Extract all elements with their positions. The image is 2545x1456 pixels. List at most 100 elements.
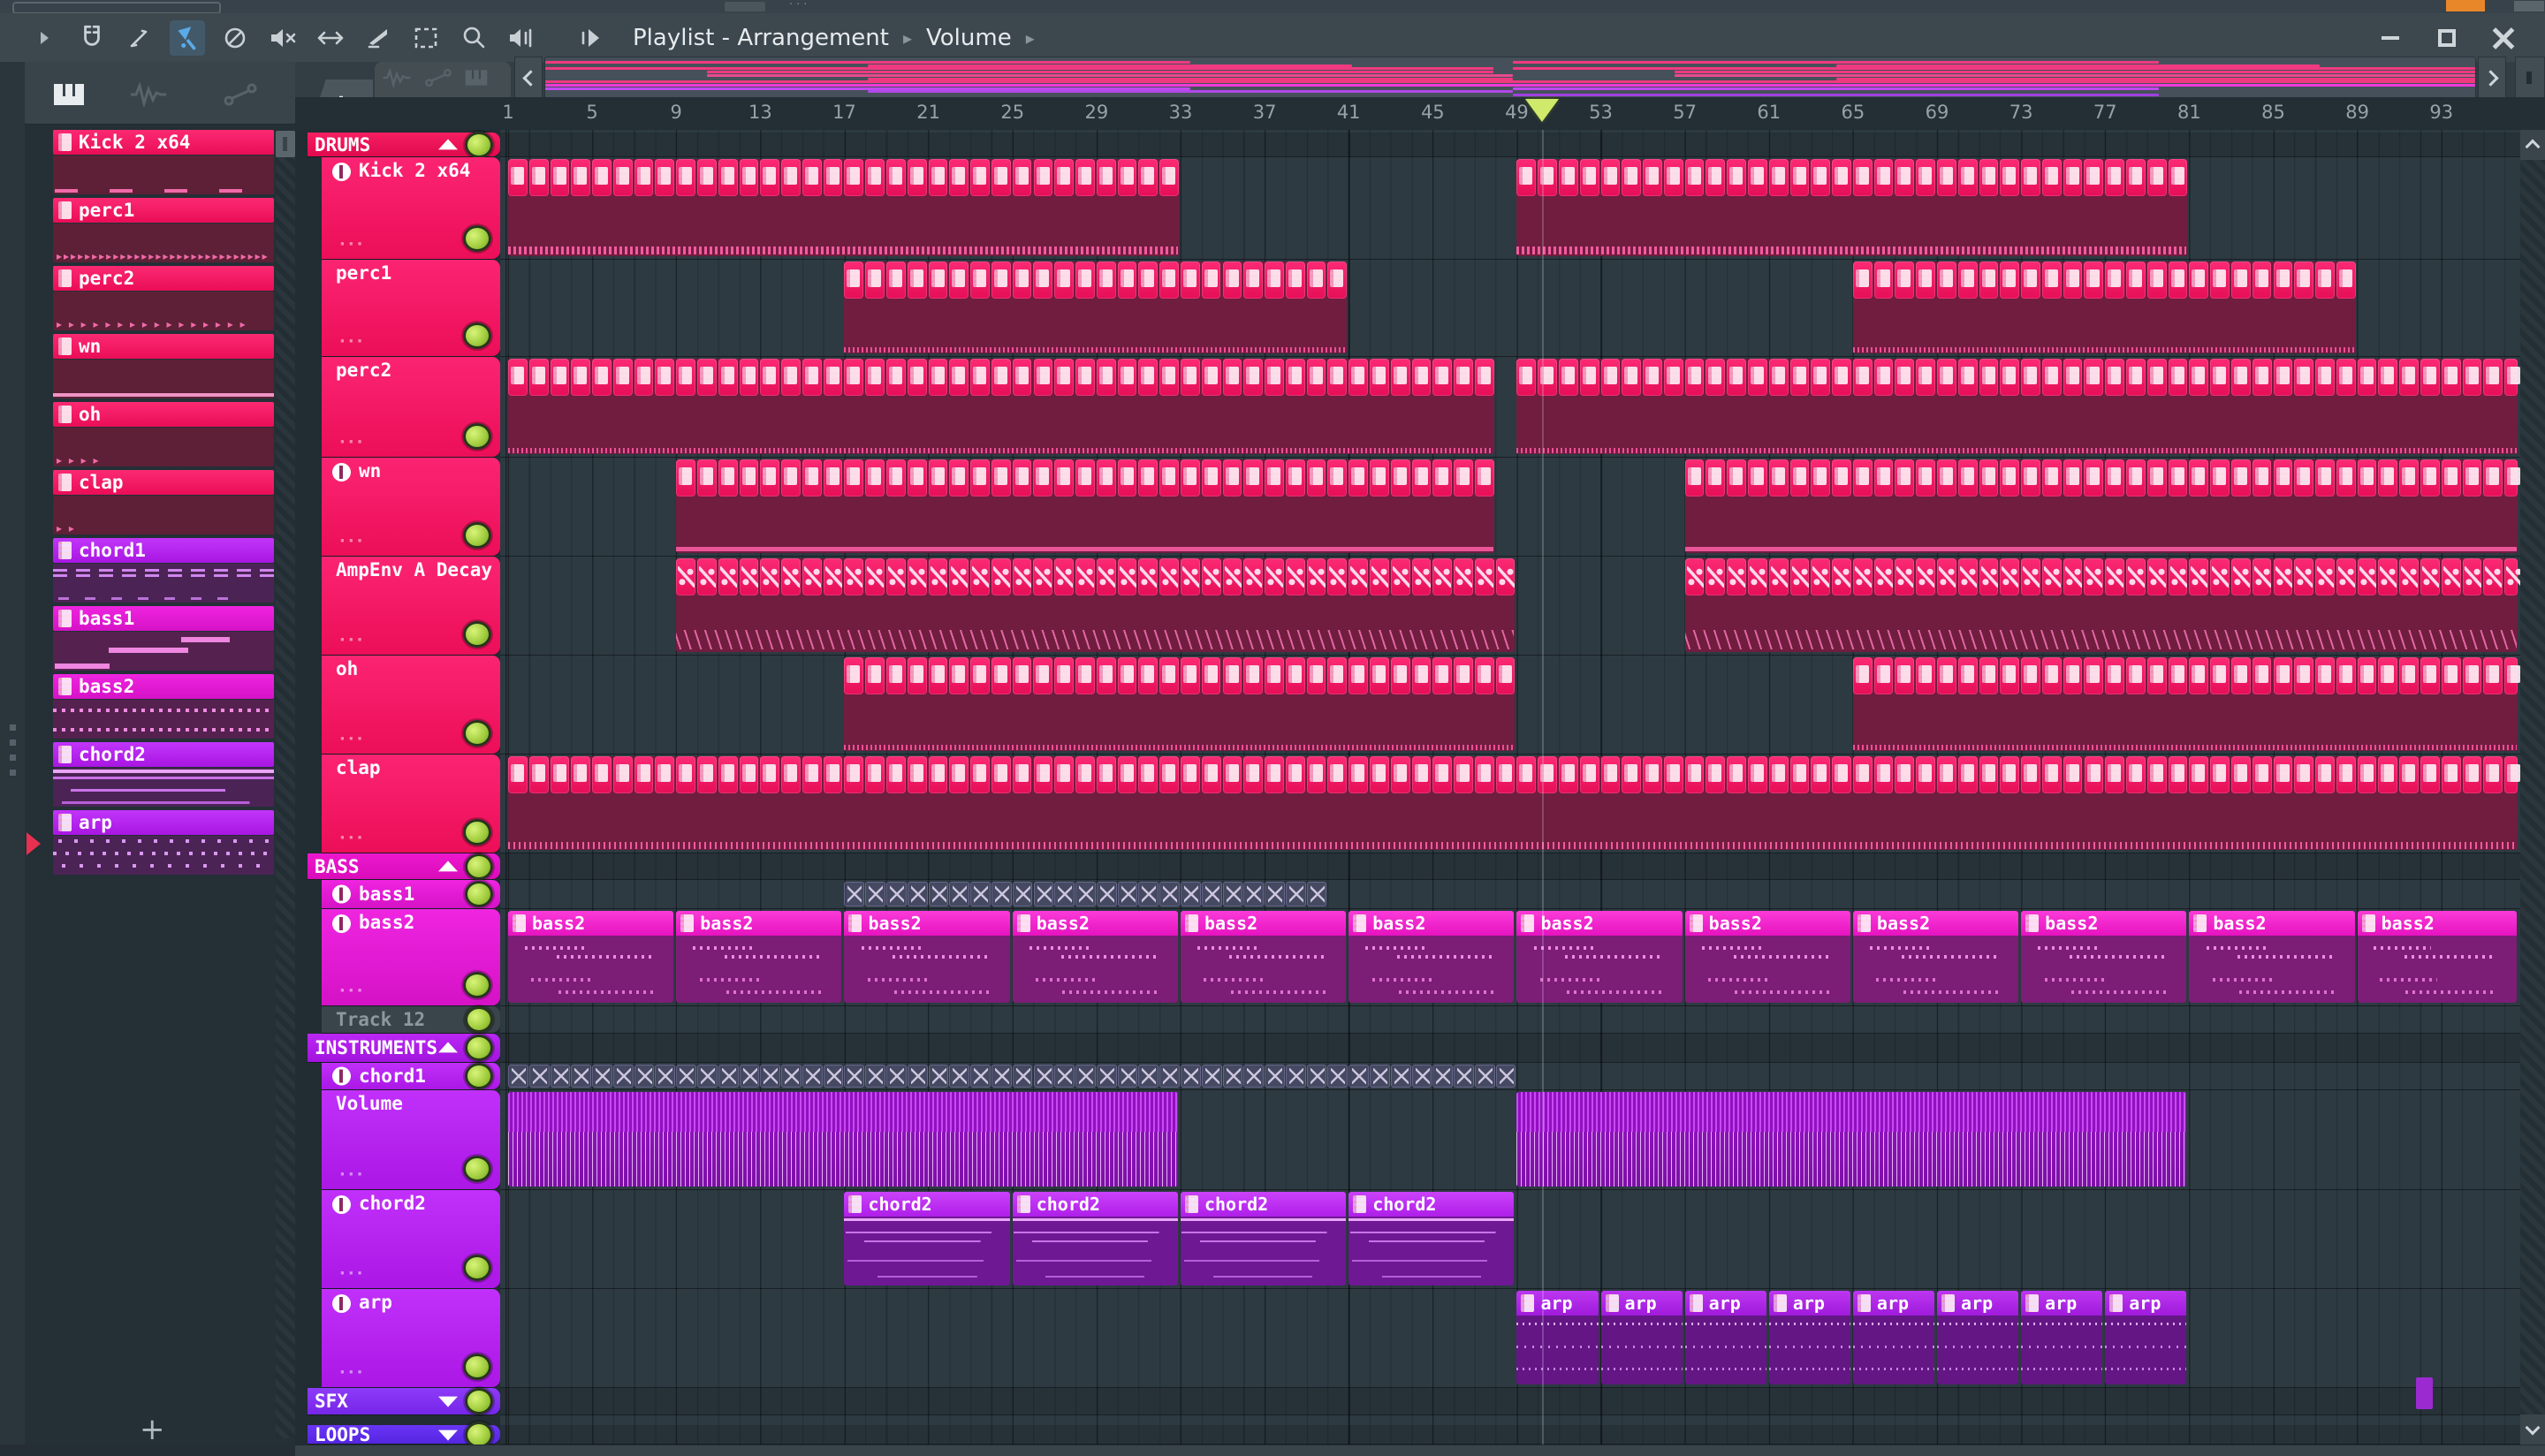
clip-arp[interactable]: arp	[2021, 1291, 2103, 1384]
pattern-clip[interactable]	[781, 459, 801, 497]
pattern-clip[interactable]	[928, 262, 948, 299]
pattern-clip[interactable]	[1454, 657, 1473, 694]
pattern-clip[interactable]	[1558, 159, 1578, 196]
pattern-clip[interactable]	[1979, 657, 1999, 694]
clip-bass2[interactable]: bass2	[1684, 911, 1850, 1003]
pattern-clip[interactable]	[1895, 756, 1915, 793]
muted-clip[interactable]	[1369, 1065, 1390, 1088]
muted-clip[interactable]	[1201, 1065, 1222, 1088]
clip-bass2[interactable]: bass2	[1180, 911, 1347, 1003]
track-header-clap[interactable]: clap ···	[322, 755, 500, 853]
pattern-clip[interactable]	[1075, 657, 1095, 694]
pattern-clip[interactable]	[1033, 558, 1053, 595]
pattern-clip[interactable]	[1538, 359, 1557, 396]
pattern-clip[interactable]	[2168, 262, 2188, 299]
pattern-clip[interactable]	[2021, 756, 2040, 793]
close-button[interactable]	[2492, 27, 2515, 49]
pattern-clip[interactable]	[1285, 262, 1305, 299]
pattern-clip[interactable]	[844, 558, 864, 595]
pattern-clip[interactable]	[970, 159, 990, 196]
pattern-clip[interactable]	[1306, 459, 1326, 497]
pattern-clip[interactable]	[907, 159, 927, 196]
pattern-clip[interactable]	[1222, 657, 1242, 694]
muted-clip[interactable]	[1306, 1065, 1327, 1088]
collapse-arrow-icon[interactable]	[438, 1042, 458, 1053]
pattern-clip[interactable]	[2441, 558, 2461, 595]
pattern-clip[interactable]	[2168, 756, 2188, 793]
pattern-clip[interactable]	[2105, 262, 2125, 299]
pattern-clip[interactable]	[1937, 558, 1956, 595]
pattern-clip[interactable]	[1075, 459, 1095, 497]
track-mute-led[interactable]	[465, 853, 493, 880]
muted-clip[interactable]	[760, 1065, 781, 1088]
pattern-item-bass1[interactable]: bass1	[53, 606, 274, 671]
delete-tool-icon[interactable]	[217, 20, 253, 56]
track-header-volume[interactable]: Volume ···	[322, 1090, 500, 1189]
pattern-clip[interactable]	[844, 262, 864, 299]
pattern-clip[interactable]	[1432, 558, 1453, 595]
track-header-arp[interactable]: arp ···	[322, 1289, 500, 1387]
clip-arp[interactable]: arp	[1937, 1291, 2019, 1384]
group-header-loops[interactable]: LOOPS	[308, 1421, 500, 1448]
pattern-clip[interactable]	[2105, 459, 2125, 497]
pattern-clip[interactable]	[1054, 262, 1075, 299]
pattern-clip[interactable]	[612, 756, 633, 793]
pattern-clip[interactable]	[592, 756, 612, 793]
pattern-clip[interactable]	[1201, 459, 1221, 497]
pattern-clip[interactable]	[1117, 657, 1137, 694]
pattern-clip[interactable]	[2021, 262, 2040, 299]
pattern-clip[interactable]	[1390, 558, 1410, 595]
pattern-clip[interactable]	[2378, 558, 2398, 595]
muted-clip[interactable]	[718, 1065, 739, 1088]
pattern-clip[interactable]	[676, 159, 695, 196]
muted-clip[interactable]	[781, 1065, 801, 1088]
pattern-clip[interactable]	[2483, 756, 2503, 793]
muted-clip[interactable]	[1222, 882, 1243, 906]
pattern-clip[interactable]	[865, 262, 885, 299]
pattern-clip[interactable]	[2273, 359, 2293, 396]
muted-clip[interactable]	[886, 1065, 907, 1088]
track-mute-led[interactable]	[463, 972, 491, 998]
volume-automation-clip[interactable]	[508, 1092, 1178, 1187]
pattern-clip[interactable]	[1538, 159, 1557, 196]
clip-bass2[interactable]: bass2	[844, 911, 1010, 1003]
muted-clip[interactable]	[844, 1065, 865, 1088]
pattern-clip[interactable]	[1096, 756, 1116, 793]
pattern-clip[interactable]	[991, 558, 1011, 595]
muted-clip[interactable]	[1348, 1065, 1369, 1088]
pattern-clip[interactable]	[907, 262, 927, 299]
pattern-clip[interactable]	[2357, 558, 2377, 595]
pattern-clip[interactable]	[1811, 756, 1831, 793]
picker-tab-patterns[interactable]	[49, 81, 88, 108]
pattern-clip[interactable]	[865, 359, 885, 396]
pattern-clip[interactable]	[1327, 359, 1348, 396]
muted-clip[interactable]	[1096, 882, 1117, 906]
pattern-clip[interactable]	[2063, 756, 2083, 793]
pattern-clip[interactable]	[1852, 657, 1873, 694]
pattern-clip[interactable]	[2378, 459, 2398, 497]
pattern-clip[interactable]	[1265, 756, 1284, 793]
pattern-clip[interactable]	[739, 359, 759, 396]
pattern-clip[interactable]	[2021, 159, 2040, 196]
pattern-clip[interactable]	[2126, 756, 2146, 793]
pattern-clip[interactable]	[991, 657, 1011, 694]
pattern-clip[interactable]	[2105, 657, 2125, 694]
pattern-clip[interactable]	[718, 459, 738, 497]
pattern-clip[interactable]	[2252, 657, 2272, 694]
pattern-clip[interactable]	[2063, 262, 2083, 299]
track-mute-led[interactable]	[463, 621, 491, 648]
pattern-clip[interactable]	[2273, 657, 2293, 694]
pattern-clip[interactable]	[1937, 159, 1956, 196]
pattern-clip[interactable]	[2041, 159, 2062, 196]
muted-clip[interactable]	[1454, 1065, 1474, 1088]
pattern-clip[interactable]	[886, 558, 906, 595]
pattern-clip[interactable]	[1390, 657, 1410, 694]
pattern-clip[interactable]	[1622, 359, 1642, 396]
pattern-clip[interactable]	[865, 159, 885, 196]
pattern-clip[interactable]	[1979, 159, 1999, 196]
pattern-clip[interactable]	[1852, 159, 1873, 196]
pattern-item-arp[interactable]: arp	[53, 810, 274, 875]
pattern-clip[interactable]	[1748, 459, 1767, 497]
pattern-clip[interactable]	[865, 459, 885, 497]
collapse-arrow-icon[interactable]	[438, 860, 458, 871]
